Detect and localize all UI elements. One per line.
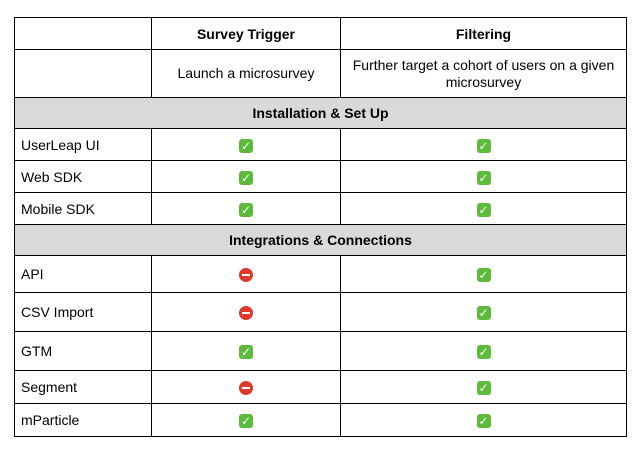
- check-mark-icon: ✓: [476, 170, 491, 185]
- check-mark-icon: ✓: [239, 170, 253, 185]
- row-label: Mobile SDK: [14, 192, 152, 225]
- filtering-cell: ✓: [340, 128, 627, 161]
- column-header-filtering: Filtering: [340, 17, 627, 50]
- section-header-installation: Installation & Set Up: [14, 97, 627, 129]
- survey-trigger-cell: ✓: [151, 160, 341, 193]
- row-label: UserLeap UI: [14, 128, 152, 161]
- check-mark-icon: ✓: [476, 414, 491, 429]
- survey-trigger-cell: ✓: [151, 403, 341, 437]
- section-header-integrations: Integrations & Connections: [14, 224, 627, 256]
- survey-trigger-cell: [151, 370, 341, 404]
- filtering-cell: ✓: [340, 192, 627, 225]
- no-entry-icon: [239, 306, 253, 321]
- check-mark-icon: ✓: [476, 138, 491, 153]
- survey-trigger-cell: ✓: [151, 128, 341, 161]
- row-label: GTM: [14, 331, 152, 371]
- check-mark-icon: ✓: [239, 202, 253, 217]
- column-header-survey-trigger: Survey Trigger: [151, 17, 341, 50]
- filtering-description: Further target a cohort of users on a gi…: [340, 49, 627, 98]
- section-title: Installation & Set Up: [14, 97, 627, 129]
- filtering-cell: ✓: [340, 331, 627, 371]
- description-corner-cell: [14, 49, 152, 98]
- corner-cell: [14, 17, 152, 50]
- table-row: GTM ✓ ✓: [14, 331, 627, 371]
- check-mark-icon: ✓: [239, 138, 253, 153]
- comparison-table: Survey Trigger Filtering Launch a micros…: [14, 17, 627, 437]
- survey-trigger-cell: [151, 292, 341, 332]
- table-row: Mobile SDK ✓ ✓: [14, 192, 627, 225]
- header-row: Survey Trigger Filtering: [14, 17, 627, 50]
- filtering-cell: ✓: [340, 403, 627, 437]
- check-mark-icon: ✓: [476, 345, 491, 360]
- description-row: Launch a microsurvey Further target a co…: [14, 49, 627, 98]
- check-mark-icon: ✓: [239, 345, 253, 360]
- table-row: mParticle ✓ ✓: [14, 403, 627, 437]
- check-mark-icon: ✓: [476, 202, 491, 217]
- table-row: API ✓: [14, 255, 627, 293]
- filtering-cell: ✓: [340, 292, 627, 332]
- row-label: API: [14, 255, 152, 293]
- table-row: Web SDK ✓ ✓: [14, 160, 627, 193]
- table-row: CSV Import ✓: [14, 292, 627, 332]
- filtering-cell: ✓: [340, 160, 627, 193]
- survey-trigger-description: Launch a microsurvey: [151, 49, 341, 98]
- no-entry-icon: [239, 381, 253, 396]
- check-mark-icon: ✓: [476, 268, 491, 283]
- table-row: UserLeap UI ✓ ✓: [14, 128, 627, 161]
- check-mark-icon: ✓: [476, 306, 491, 321]
- filtering-cell: ✓: [340, 370, 627, 404]
- row-label: CSV Import: [14, 292, 152, 332]
- check-mark-icon: ✓: [476, 381, 491, 396]
- table-row: Segment ✓: [14, 370, 627, 404]
- check-mark-icon: ✓: [239, 414, 253, 429]
- survey-trigger-cell: ✓: [151, 192, 341, 225]
- row-label: Web SDK: [14, 160, 152, 193]
- filtering-cell: ✓: [340, 255, 627, 293]
- section-title: Integrations & Connections: [14, 224, 627, 256]
- survey-trigger-cell: [151, 255, 341, 293]
- row-label: Segment: [14, 370, 152, 404]
- survey-trigger-cell: ✓: [151, 331, 341, 371]
- no-entry-icon: [239, 268, 253, 283]
- row-label: mParticle: [14, 403, 152, 437]
